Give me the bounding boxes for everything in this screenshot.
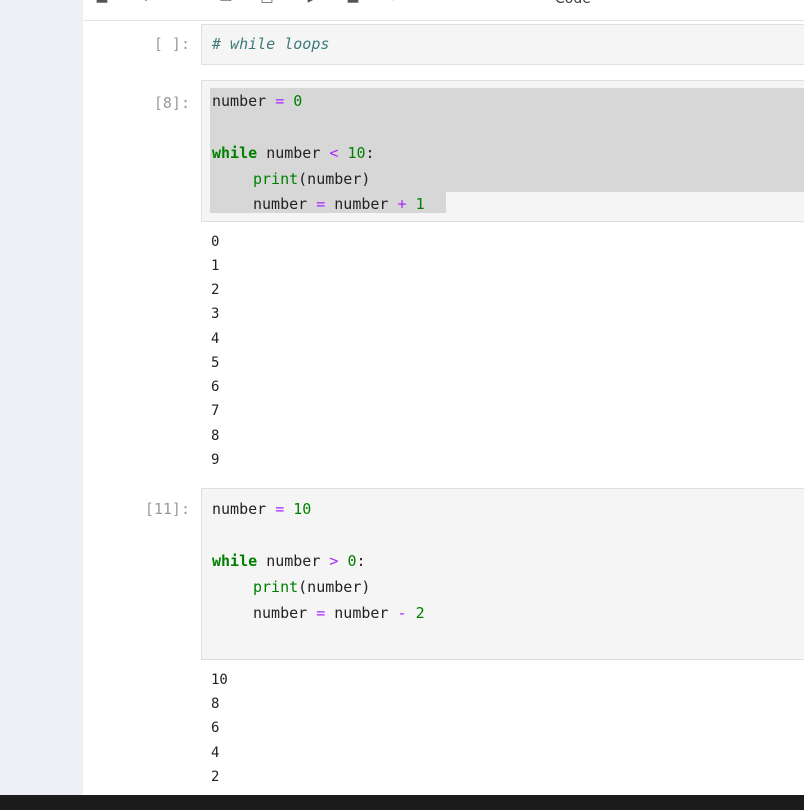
output-line: 6 — [211, 379, 220, 395]
output-line: 2 — [211, 282, 220, 298]
notebook-toolbar: ■ + ✂ ❐ □ ▶ ■ ↻ » Code ⌄ — [83, 0, 804, 21]
code-comment: # while loops — [212, 35, 330, 53]
output-line: 1 — [211, 258, 220, 274]
cell-prompt: [11]: — [144, 500, 190, 518]
code-line: number = number - 2 — [253, 604, 425, 622]
code-line: while number > 0: — [212, 552, 366, 570]
code-line: number = 10 — [212, 500, 312, 518]
output-line: 5 — [211, 355, 220, 371]
save-icon[interactable]: ■ — [94, 0, 110, 5]
cut-icon[interactable]: ✂ — [177, 0, 193, 5]
run-icon[interactable]: ▶ — [305, 0, 321, 5]
output-line: 3 — [211, 306, 220, 322]
restart-icon[interactable]: ↻ — [385, 0, 401, 5]
output-line: 2 — [211, 769, 220, 785]
copy-icon[interactable]: ❐ — [218, 0, 234, 5]
code-cell-8[interactable]: [8]: number = 0 while number < 10: print… — [0, 80, 804, 480]
output-line: 6 — [211, 720, 220, 736]
cell-input[interactable]: number = 0 while number < 10: print(numb… — [201, 80, 804, 222]
bottom-bar — [0, 795, 804, 810]
stop-icon[interactable]: ■ — [345, 0, 361, 5]
code-cell-11[interactable]: [11]: number = 10 while number > 0: prin… — [0, 488, 804, 795]
cell-input[interactable]: number = 10 while number > 0: print(numb… — [201, 488, 804, 660]
code-line: while number < 10: — [212, 144, 375, 162]
output-line: 4 — [211, 745, 220, 761]
output-line: 8 — [211, 696, 220, 712]
output-line: 4 — [211, 331, 220, 347]
chevron-down-icon[interactable]: ⌄ — [649, 0, 659, 3]
code-line: print(number) — [253, 170, 371, 188]
output-line: 0 — [211, 234, 220, 250]
markdown-comment-cell[interactable]: [ ]: # while loops — [0, 24, 804, 66]
code-line: number = 0 — [212, 92, 303, 110]
output-line: 10 — [211, 672, 228, 688]
output-line: 8 — [211, 428, 220, 444]
code-line: number = number + 1 — [253, 195, 425, 213]
fast-forward-icon[interactable]: » — [427, 0, 443, 5]
add-icon[interactable]: + — [138, 0, 154, 5]
cell-type-select[interactable]: Code — [555, 0, 591, 7]
cell-prompt: [8]: — [153, 94, 190, 112]
output-line: 9 — [211, 452, 220, 468]
output-line: 7 — [211, 403, 220, 419]
paste-icon[interactable]: □ — [259, 0, 275, 5]
code-line: print(number) — [253, 578, 371, 596]
cell-input[interactable]: # while loops — [201, 24, 804, 65]
cell-prompt: [ ]: — [153, 35, 190, 53]
